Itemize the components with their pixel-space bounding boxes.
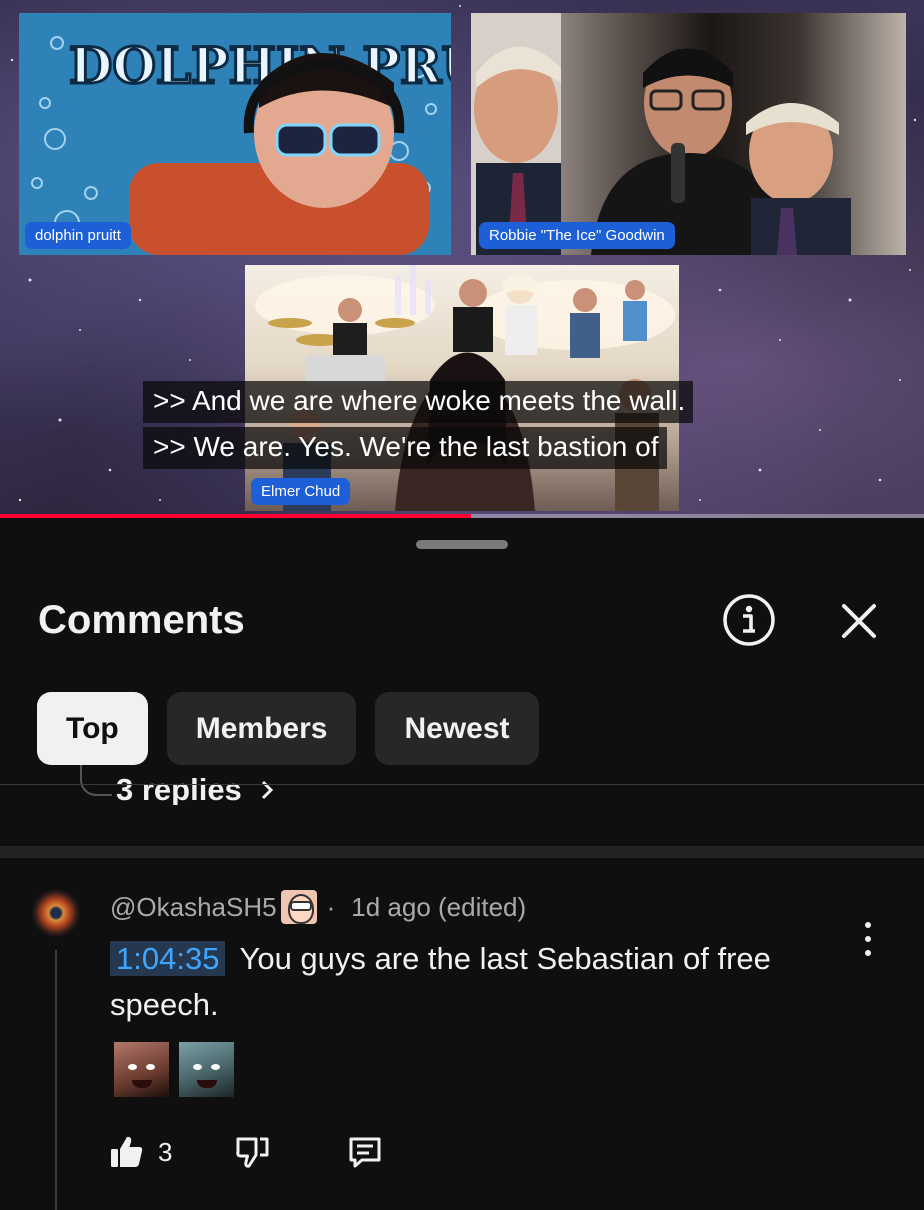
caption-line: >> We are. Yes. We're the last bastion o… [143, 427, 667, 469]
custom-emoji-icon [179, 1042, 234, 1097]
comment-time: 1d ago (edited) [351, 891, 527, 922]
meta-separator: · [326, 891, 336, 922]
reply-button[interactable] [346, 1133, 384, 1171]
caption-line: >> And we are where woke meets the wall. [143, 381, 694, 423]
participant-tile-robbie-goodwin: Robbie "The Ice" Goodwin [471, 13, 906, 255]
view-replies-link[interactable]: 3 replies [80, 765, 480, 805]
more-vert-icon[interactable] [855, 922, 881, 956]
custom-emoji-row [114, 1042, 234, 1097]
thread-connector [80, 765, 112, 796]
sheet-drag-handle[interactable] [416, 540, 508, 549]
comments-sheet: Comments Top Members Newest 3 replies @O… [0, 520, 924, 1210]
participant-name-tag: Elmer Chud [251, 478, 351, 505]
info-icon [723, 594, 775, 646]
reply-icon [349, 1137, 381, 1168]
tab-top[interactable]: Top [37, 692, 148, 765]
closed-captions: >> And we are where woke meets the wall.… [143, 381, 783, 469]
timestamp-link[interactable]: 1:04:35 [110, 941, 226, 976]
comment-body: 1:04:35 You guys are the last Sebastian … [110, 936, 850, 1028]
chevron-right-icon [261, 780, 273, 800]
like-icon [111, 1136, 143, 1167]
participant-video-frame: DOLPHIN PRUITT [31, 35, 451, 255]
dislike-button[interactable] [234, 1133, 272, 1171]
sort-tabs: Top Members Newest [37, 692, 539, 765]
comment-meta: @OkashaSH5 · 1d ago (edited) [110, 890, 526, 924]
close-icon [842, 604, 876, 638]
dislike-icon [236, 1137, 269, 1168]
thread-line [55, 950, 57, 1210]
comment-separator [0, 846, 924, 858]
avatar[interactable] [32, 889, 80, 937]
tabs-divider [0, 784, 924, 785]
close-button[interactable] [833, 595, 885, 647]
like-count: 3 [158, 1136, 173, 1167]
info-button[interactable] [722, 593, 776, 647]
participant-name-tag: Robbie "The Ice" Goodwin [479, 222, 675, 249]
video-player[interactable]: DOLPHIN PRUITT dolphin pruitt [0, 0, 924, 518]
comment-author[interactable]: @OkashaSH5 [110, 892, 277, 923]
comments-title: Comments [38, 598, 245, 642]
video-progress-bar[interactable] [0, 514, 924, 518]
participant-video-frame [471, 13, 851, 255]
custom-emoji-icon [114, 1042, 169, 1097]
tab-newest[interactable]: Newest [375, 692, 539, 765]
video-progress-fill [0, 514, 472, 518]
participant-name-tag: dolphin pruitt [25, 222, 131, 249]
like-button[interactable]: 3 [108, 1133, 172, 1171]
comment-actions: 3 [108, 1133, 384, 1171]
replies-count-label: 3 replies [116, 772, 242, 805]
participant-tile-dolphin-pruitt: DOLPHIN PRUITT dolphin pruitt [19, 13, 451, 255]
tab-members[interactable]: Members [166, 692, 357, 765]
member-badge-icon [280, 890, 317, 924]
